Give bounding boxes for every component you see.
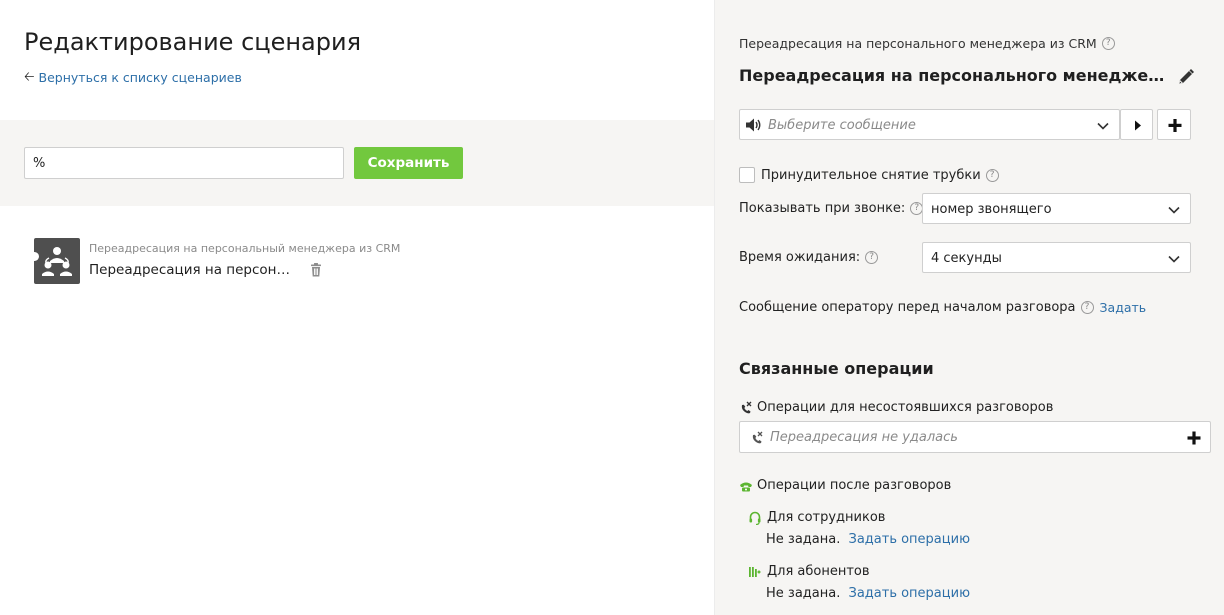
employees-label: Для сотрудников: [767, 510, 886, 525]
page: Редактирование сценария 🡠 Вернуться к сп…: [0, 0, 1224, 615]
set-subscribers-operation-link[interactable]: Задать операцию: [848, 586, 970, 601]
failed-operation-placeholder: Переадресация не удалась: [770, 430, 958, 445]
back-to-list-link[interactable]: 🡠 Вернуться к списку сценариев: [24, 70, 242, 85]
operation-name: Переадресация на персональ...: [89, 262, 294, 278]
scenario-operation-item[interactable]: Переадресация на персональный менеджера …: [34, 238, 400, 286]
subscribers-operation-row: Не задана. Задать операцию: [766, 586, 970, 601]
help-icon[interactable]: ?: [985, 168, 999, 182]
missed-call-icon: [741, 401, 752, 413]
failed-operation-select[interactable]: Переадресация не удалась: [739, 421, 1211, 453]
back-link-label: Вернуться к списку сценариев: [38, 70, 242, 85]
add-message-button[interactable]: [1157, 109, 1191, 140]
subscribers-group-heading: Для абонентов: [748, 564, 870, 579]
headset-icon: [749, 511, 761, 525]
subscribers-icon: [749, 566, 761, 577]
trash-icon[interactable]: [308, 262, 324, 278]
wait-time-select[interactable]: 4 секунды: [922, 242, 1191, 273]
manager-redirect-icon: [34, 238, 80, 284]
force-hangup-checkbox[interactable]: [739, 167, 755, 183]
message-select-placeholder: Выберите сообщение: [768, 118, 916, 133]
help-icon[interactable]: ?: [1080, 301, 1094, 314]
after-calls-label: Операции после разговоров: [757, 478, 952, 493]
help-icon[interactable]: ?: [1101, 37, 1115, 50]
operation-title: Переадресация на персонального менеджера…: [739, 66, 1167, 85]
chevron-down-icon: [1168, 206, 1180, 214]
set-employees-operation-link[interactable]: Задать операцию: [848, 532, 970, 547]
scenario-editor-pane: Редактирование сценария 🡠 Вернуться к сп…: [0, 0, 714, 615]
chevron-down-icon: [1097, 122, 1109, 130]
failed-calls-label: Операции для несостоявшихся разговоров: [757, 400, 1054, 415]
plus-icon[interactable]: [1186, 430, 1202, 446]
play-icon: [1135, 120, 1141, 131]
message-select[interactable]: Выберите сообщение: [739, 109, 1120, 140]
play-message-button[interactable]: [1120, 109, 1153, 140]
pencil-icon[interactable]: [1177, 68, 1195, 86]
operation-type-text: Переадресация на персонального менеджера…: [739, 36, 1097, 51]
operation-type-header: Переадресация на персонального менеджера…: [739, 36, 1115, 51]
show-on-call-label-row: Показывать при звонке: ?: [739, 201, 924, 216]
operation-settings-panel: Переадресация на персонального менеджера…: [714, 0, 1224, 615]
scenario-toolbar: Сохранить: [0, 120, 714, 206]
operator-message-row: Сообщение оператору перед началом разгов…: [739, 300, 1146, 315]
subscribers-label: Для абонентов: [767, 564, 870, 579]
speaker-icon: [746, 118, 761, 132]
operator-message-label: Сообщение оператору перед началом разгов…: [739, 300, 1076, 315]
show-on-call-select[interactable]: номер звонящего: [922, 193, 1191, 224]
operation-type-label: Переадресация на персональный менеджера …: [89, 242, 401, 255]
set-operator-message-link[interactable]: Задать: [1100, 300, 1147, 315]
employees-group-heading: Для сотрудников: [748, 510, 885, 525]
arrow-left-icon: 🡠: [24, 70, 35, 85]
related-operations-heading: Связанные операции: [739, 359, 934, 378]
scenario-name-input[interactable]: [24, 147, 344, 179]
employees-operation-row: Не задана. Задать операцию: [766, 532, 970, 547]
show-on-call-value: номер звонящего: [931, 202, 1052, 217]
force-hangup-label: Принудительное снятие трубки: [761, 167, 981, 183]
force-hangup-row: Принудительное снятие трубки ?: [739, 167, 999, 183]
save-button[interactable]: Сохранить: [354, 147, 463, 179]
phone-icon: [740, 482, 752, 491]
wait-time-label: Время ожидания:: [739, 250, 861, 265]
show-on-call-label: Показывать при звонке:: [739, 201, 906, 216]
missed-call-icon: [752, 431, 763, 444]
employees-status: Не задана.: [766, 532, 841, 547]
wait-time-label-row: Время ожидания: ?: [739, 250, 879, 265]
page-title: Редактирование сценария: [24, 28, 362, 56]
help-icon[interactable]: ?: [865, 251, 879, 264]
wait-time-value: 4 секунды: [931, 251, 1002, 266]
after-calls-heading: Операции после разговоров: [739, 478, 951, 493]
plus-icon: [1168, 119, 1182, 132]
failed-calls-heading: Операции для несостоявшихся разговоров: [739, 400, 1053, 415]
subscribers-status: Не задана.: [766, 586, 841, 601]
chevron-down-icon: [1168, 255, 1180, 263]
